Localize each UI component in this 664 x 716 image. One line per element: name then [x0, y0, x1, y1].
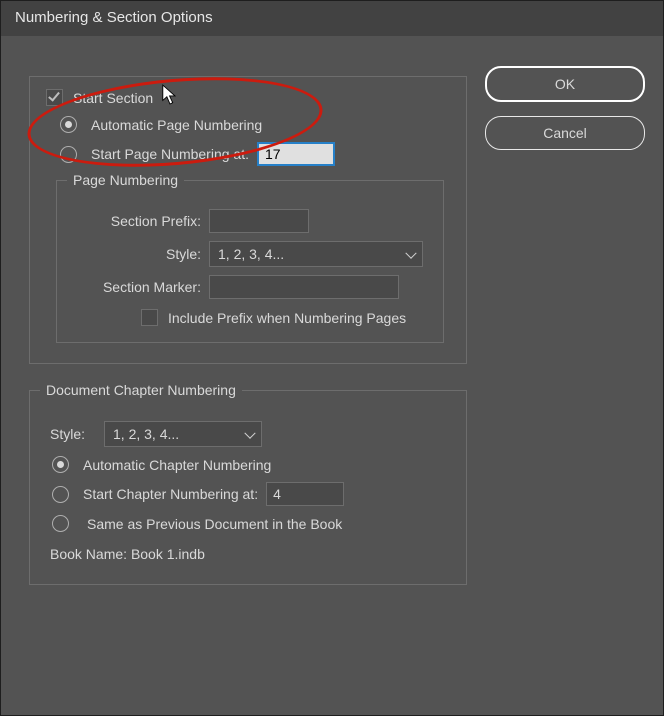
same-as-previous-radio[interactable]	[52, 515, 69, 532]
start-page-numbering-at-radio[interactable]	[60, 146, 77, 163]
start-section-label: Start Section	[73, 90, 153, 106]
include-prefix-checkbox[interactable]	[141, 309, 158, 326]
start-page-numbering-at-label: Start Page Numbering at:	[91, 146, 249, 162]
chevron-down-icon	[405, 248, 416, 259]
book-name-label: Book Name:	[50, 546, 127, 562]
cancel-button[interactable]: Cancel	[485, 116, 645, 150]
chevron-down-icon	[244, 428, 255, 439]
start-section-checkbox[interactable]	[46, 89, 63, 106]
automatic-page-numbering-radio[interactable]	[60, 116, 77, 133]
page-numbering-style-label: Style:	[71, 246, 201, 262]
include-prefix-label: Include Prefix when Numbering Pages	[168, 310, 406, 326]
section-marker-input[interactable]	[209, 275, 399, 299]
chapter-style-select[interactable]: 1, 2, 3, 4...	[104, 421, 262, 447]
ok-button[interactable]: OK	[485, 66, 645, 102]
automatic-page-numbering-label: Automatic Page Numbering	[91, 117, 262, 133]
page-numbering-legend: Page Numbering	[67, 172, 184, 188]
section-prefix-label: Section Prefix:	[71, 213, 201, 229]
section-options-group: Start Section Automatic Page Numbering S…	[29, 76, 467, 364]
book-name-value: Book 1.indb	[131, 546, 205, 562]
dialog-title: Numbering & Section Options	[1, 1, 663, 36]
chapter-style-label: Style:	[50, 426, 96, 442]
document-chapter-numbering-legend: Document Chapter Numbering	[40, 382, 242, 398]
section-marker-label: Section Marker:	[71, 279, 201, 295]
chapter-style-value: 1, 2, 3, 4...	[113, 426, 179, 442]
page-numbering-group: Page Numbering Section Prefix: Style: 1,…	[56, 180, 444, 343]
document-chapter-numbering-group: Document Chapter Numbering Style: 1, 2, …	[29, 390, 467, 585]
automatic-chapter-numbering-label: Automatic Chapter Numbering	[83, 457, 271, 473]
page-numbering-style-value: 1, 2, 3, 4...	[218, 246, 284, 262]
automatic-chapter-numbering-radio[interactable]	[52, 456, 69, 473]
same-as-previous-label: Same as Previous Document in the Book	[87, 516, 342, 532]
start-chapter-numbering-at-label: Start Chapter Numbering at:	[83, 486, 258, 502]
start-chapter-numbering-at-radio[interactable]	[52, 486, 69, 503]
page-numbering-style-select[interactable]: 1, 2, 3, 4...	[209, 241, 423, 267]
start-chapter-numbering-at-input[interactable]	[266, 482, 344, 506]
start-page-numbering-at-input[interactable]	[257, 142, 335, 166]
section-prefix-input[interactable]	[209, 209, 309, 233]
